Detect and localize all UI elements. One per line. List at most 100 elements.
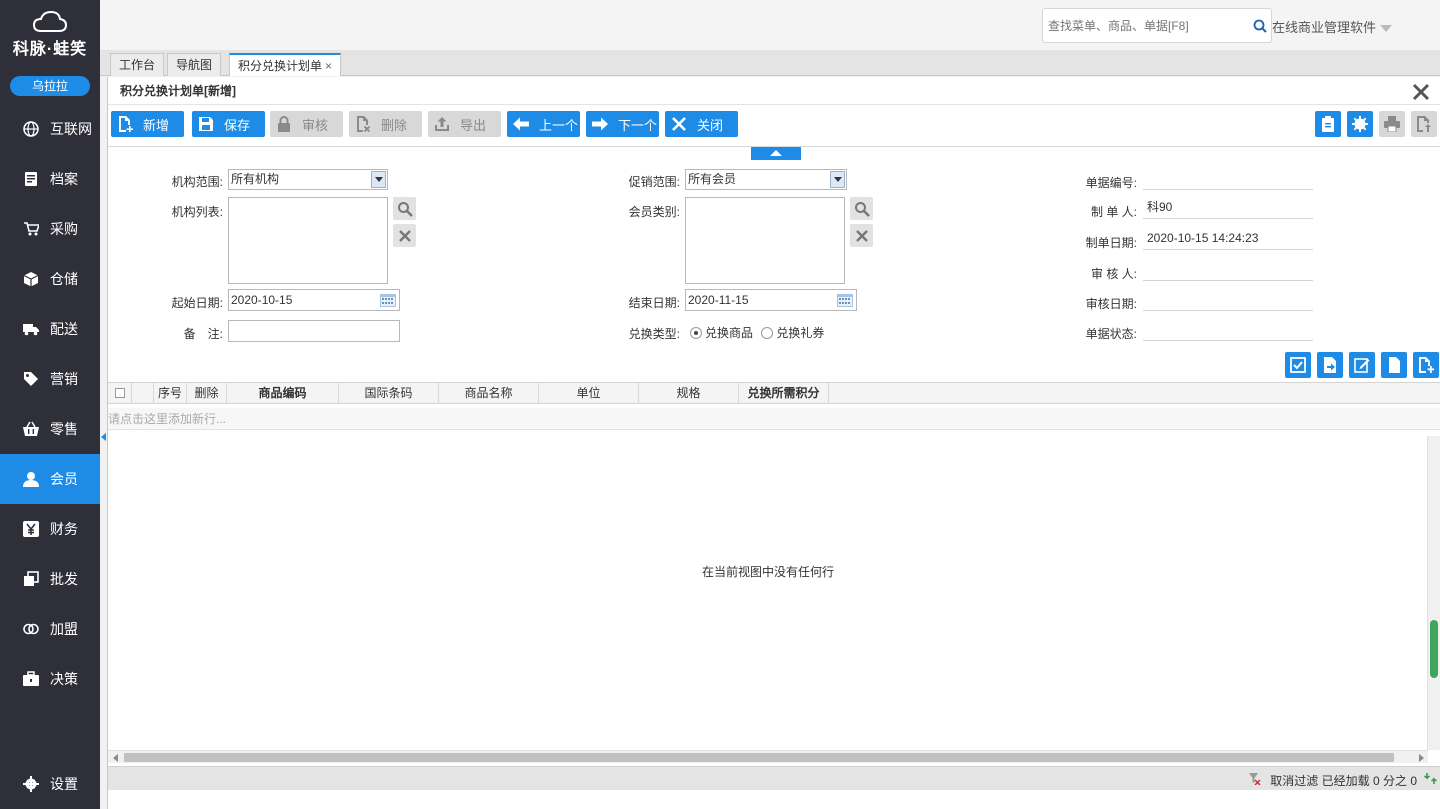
archive-icon [22,170,40,188]
tab-label: 导航图 [176,58,213,72]
sidebar-item-decision[interactable]: 决策 [0,654,100,704]
close-icon[interactable] [1412,83,1430,101]
add-new-row[interactable]: 请点击这里添加新行... [108,408,1440,430]
column-header-points[interactable]: 兑换所需积分 [739,383,829,404]
new-button[interactable]: 新增 [111,111,184,137]
refresh-icon[interactable] [1424,772,1437,785]
clipboard-button[interactable] [1315,111,1341,137]
sidebar-item-retail[interactable]: 零售 [0,404,100,454]
radio-exchange-coupon[interactable]: 兑换礼券 [761,326,824,340]
search-icon [854,201,870,217]
status-text: 取消过滤 已经加载 0 分之 0 [1270,772,1417,789]
sidebar-item-label: 加盟 [50,621,78,637]
column-header-index[interactable]: 序号 [154,383,187,404]
tab-points-exchange-plan[interactable]: 积分兑换计划单 × [229,53,342,76]
save-button-label: 保存 [224,117,251,133]
cancel-filter-link[interactable]: 取消过滤 [1270,774,1318,788]
end-date-input[interactable]: 2020-11-15 [685,289,857,311]
next-button-label: 下一个 [618,117,658,133]
create-date-label: 制单日期: [1085,236,1137,250]
org-scope-select[interactable]: 所有机构 [228,169,388,190]
sidebar-item-archive[interactable]: 档案 [0,154,100,204]
org-clear-button[interactable] [393,224,416,247]
product-menu[interactable]: 在线商业管理软件 [1272,17,1393,36]
column-header-spec[interactable]: 规格 [639,383,739,404]
user-name-badge[interactable]: 乌拉拉 [10,76,90,96]
sidebar-item-purchase[interactable]: 采购 [0,204,100,254]
sidebar-item-label: 互联网 [50,121,92,137]
previous-button[interactable]: 上一个 [507,111,580,137]
radio-exchange-goods[interactable]: 兑换商品 [690,326,753,340]
edit-rows-button[interactable] [1349,352,1375,378]
export-button-label: 导出 [460,117,487,133]
search-icon[interactable] [1253,19,1267,33]
scroll-thumb[interactable] [124,753,1394,762]
member-clear-button[interactable] [850,224,873,247]
filter-off-icon[interactable] [1248,772,1261,785]
briefcase-icon [22,670,40,688]
calendar-icon[interactable] [837,293,853,307]
horizontal-scrollbar[interactable] [108,750,1428,763]
save-icon [199,117,213,131]
next-button[interactable]: 下一个 [586,111,659,137]
tab-close-icon[interactable]: × [325,59,332,73]
column-header-barcode[interactable]: 国际条码 [339,383,439,404]
tab-workbench[interactable]: 工作台 [110,53,165,76]
member-search-button[interactable] [850,197,873,220]
import-rows-button[interactable] [1317,352,1343,378]
settings-button[interactable] [1347,111,1373,137]
column-header-product-name[interactable]: 商品名称 [439,383,539,404]
grid-select-all[interactable] [108,383,132,404]
column-header-product-code[interactable]: 商品编码 [227,383,339,404]
sidebar-item-label: 配送 [50,321,78,337]
vertical-scrollbar[interactable] [1427,436,1440,750]
close-button-label: 关闭 [697,117,724,133]
add-row-button[interactable] [1413,352,1439,378]
print-button[interactable] [1379,111,1405,137]
calendar-icon[interactable] [380,293,396,307]
delete-button[interactable]: 删除 [349,111,422,137]
sidebar-item-delivery[interactable]: 配送 [0,304,100,354]
remark-input[interactable] [228,320,400,342]
globe-icon [22,120,40,138]
delete-doc-icon [357,116,371,132]
sidebar-item-wholesale[interactable]: 批发 [0,554,100,604]
member-type-box[interactable] [685,197,845,284]
promo-scope-select[interactable]: 所有会员 [685,169,847,190]
search-icon [397,201,413,217]
sidebar-item-warehouse[interactable]: 仓储 [0,254,100,304]
export-button[interactable]: 导出 [428,111,501,137]
sidebar-item-internet[interactable]: 互联网 [0,104,100,154]
org-list-box[interactable] [228,197,388,284]
sidebar-item-finance[interactable]: 财务 [0,504,100,554]
scroll-left-icon[interactable] [113,754,118,762]
audit-date-field [1143,289,1313,311]
sidebar-item-franchise[interactable]: 加盟 [0,604,100,654]
save-button[interactable]: 保存 [192,111,265,137]
auditor-label: 审 核 人: [1090,267,1137,281]
column-header-unit[interactable]: 单位 [539,383,639,404]
sidebar-item-member[interactable]: 会员 [0,454,100,504]
tab-navigation[interactable]: 导航图 [167,53,222,76]
sidebar: 科脉·蛙笑 乌拉拉 互联网 档案 采购 仓储 配送 营销 零售 会员 财务 批发… [0,0,100,809]
audit-button[interactable]: 审核 [270,111,343,137]
org-search-button[interactable] [393,197,416,220]
blank-doc-button[interactable] [1381,352,1407,378]
collapse-sidebar-handle[interactable] [101,430,106,441]
sidebar-item-label: 档案 [50,171,78,187]
top-bar: 在线商业管理软件 [100,0,1440,50]
close-button[interactable]: 关闭 [665,111,738,137]
start-date-input[interactable]: 2020-10-15 [228,289,400,311]
sidebar-item-settings[interactable]: 设置 [0,759,100,809]
sidebar-item-marketing[interactable]: 营销 [0,354,100,404]
collapse-form-toggle[interactable] [751,147,801,160]
scroll-thumb[interactable] [1430,620,1438,678]
edit-icon [1354,358,1370,373]
truck-icon [22,320,40,338]
search-input[interactable] [1043,9,1243,42]
upload-button[interactable] [1411,111,1437,137]
select-all-button[interactable] [1285,352,1311,378]
start-date-label: 起始日期: [171,296,223,310]
column-header-delete[interactable]: 删除 [187,383,227,404]
scroll-right-icon[interactable] [1419,754,1424,762]
